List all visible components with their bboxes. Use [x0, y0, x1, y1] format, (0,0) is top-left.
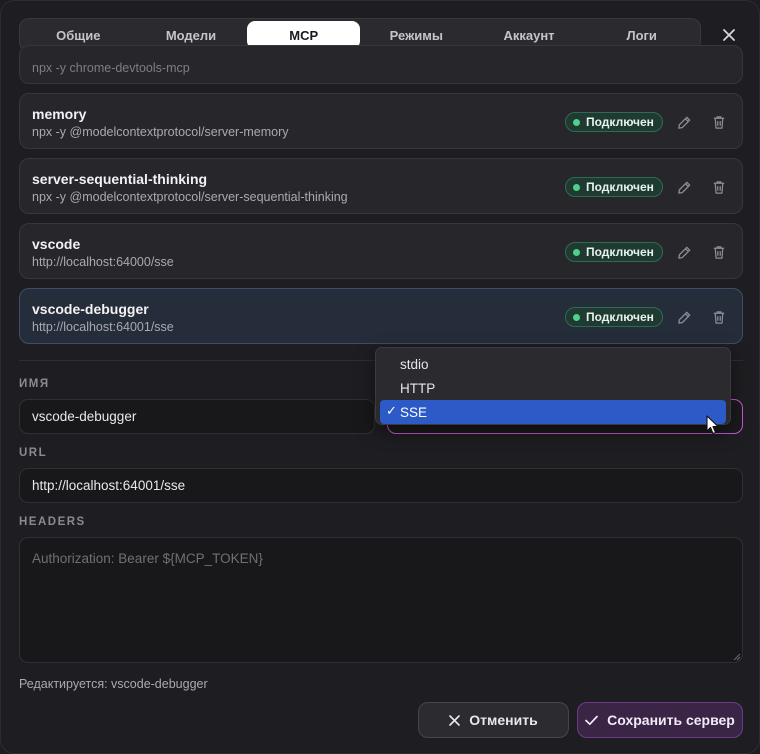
edit-button[interactable]: [674, 177, 694, 197]
status-badge: Подключен: [565, 177, 663, 197]
option-label: stdio: [400, 356, 429, 372]
status-badge: Подключен: [565, 307, 663, 327]
edit-button[interactable]: [674, 112, 694, 132]
status-text: Подключен: [586, 115, 654, 129]
close-icon: [723, 29, 735, 41]
server-command: http://localhost:64000/sse: [32, 255, 174, 269]
status-badge: Подключен: [565, 112, 663, 132]
editing-status: Редактируется: vscode-debugger: [19, 677, 208, 691]
cancel-label: Отменить: [469, 712, 538, 728]
delete-icon: [713, 115, 725, 129]
status-dot: [573, 118, 580, 126]
server-command: npx -y @modelcontextprotocol/server-sequ…: [32, 190, 348, 204]
edit-icon: [677, 246, 690, 259]
option-label: SSE: [400, 404, 428, 420]
server-card-partial[interactable]: npx -y chrome-devtools-mcp: [19, 45, 743, 84]
status-badge: Подключен: [565, 242, 663, 262]
server-command: http://localhost:64001/sse: [32, 320, 174, 334]
delete-button[interactable]: [709, 112, 729, 132]
cancel-button[interactable]: Отменить: [418, 702, 569, 738]
edit-icon: [677, 311, 690, 324]
delete-icon: [713, 310, 725, 324]
name-input[interactable]: [19, 399, 375, 434]
save-label: Сохранить сервер: [607, 712, 735, 728]
url-input[interactable]: [19, 468, 743, 503]
delete-button[interactable]: [709, 307, 729, 327]
server-command: npx -y chrome-devtools-mcp: [32, 61, 190, 75]
server-name: vscode: [32, 236, 81, 252]
status-text: Подключен: [586, 180, 654, 194]
delete-button[interactable]: [709, 177, 729, 197]
delete-icon: [713, 180, 725, 194]
server-card-vscode-debugger[interactable]: vscode-debugger http://localhost:64001/s…: [19, 288, 743, 344]
mouse-pointer-icon: [706, 415, 719, 435]
dropdown-option-stdio[interactable]: stdio: [380, 352, 726, 376]
server-name: server-sequential-thinking: [32, 171, 208, 187]
check-icon: ✓: [386, 403, 397, 418]
status-dot: [573, 183, 580, 191]
delete-icon: [713, 245, 725, 259]
check-icon: [585, 715, 598, 725]
server-command: npx -y @modelcontextprotocol/server-memo…: [32, 125, 289, 139]
settings-dialog: Общие Модели MCP Режимы Аккаунт Логи npx…: [0, 0, 760, 754]
headers-textarea[interactable]: [19, 537, 743, 663]
server-name: vscode-debugger: [32, 301, 149, 317]
resize-handle-icon[interactable]: [733, 653, 741, 661]
edit-button[interactable]: [674, 242, 694, 262]
status-dot: [573, 248, 580, 256]
server-name: memory: [32, 106, 87, 122]
headers-label: HEADERS: [19, 516, 86, 528]
delete-button[interactable]: [709, 242, 729, 262]
cancel-x-icon: [449, 714, 461, 726]
dropdown-option-http[interactable]: HTTP: [380, 376, 726, 400]
edit-icon: [677, 181, 690, 194]
status-dot: [573, 313, 580, 321]
server-card-sequential-thinking[interactable]: server-sequential-thinking npx -y @model…: [19, 158, 743, 214]
transport-dropdown: stdio HTTP ✓ SSE: [375, 347, 731, 425]
status-text: Подключен: [586, 310, 654, 324]
url-label: URL: [19, 447, 48, 459]
option-label: HTTP: [400, 380, 436, 396]
edit-button[interactable]: [674, 307, 694, 327]
save-server-button[interactable]: Сохранить сервер: [577, 702, 743, 738]
name-label: ИМЯ: [19, 378, 50, 390]
dropdown-option-sse[interactable]: ✓ SSE: [380, 400, 726, 424]
server-card-vscode[interactable]: vscode http://localhost:64000/sse Подклю…: [19, 223, 743, 279]
server-card-memory[interactable]: memory npx -y @modelcontextprotocol/serv…: [19, 93, 743, 149]
edit-icon: [677, 116, 690, 129]
status-text: Подключен: [586, 245, 654, 259]
